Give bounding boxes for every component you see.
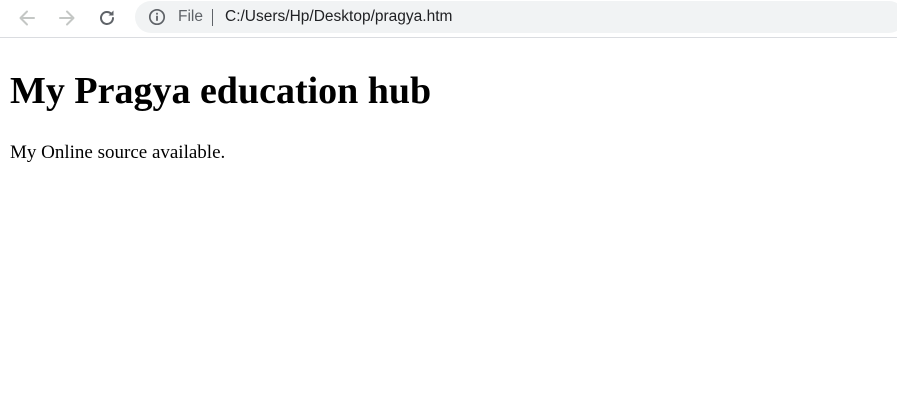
arrow-left-icon <box>19 10 35 26</box>
info-circle-icon[interactable] <box>148 8 166 26</box>
address-bar[interactable]: File C:/Users/Hp/Desktop/pragya.htm <box>135 1 897 33</box>
back-button[interactable] <box>14 5 40 31</box>
omnibox-divider <box>212 9 213 26</box>
scheme-label: File <box>178 8 203 25</box>
reload-icon <box>100 10 114 25</box>
page-heading: My Pragya education hub <box>10 70 432 112</box>
browser-toolbar: File C:/Users/Hp/Desktop/pragya.htm <box>0 0 897 38</box>
page-content: My Pragya education hub My Online source… <box>0 39 897 414</box>
url-text[interactable]: C:/Users/Hp/Desktop/pragya.htm <box>225 7 452 27</box>
arrow-right-icon <box>59 10 75 26</box>
reload-button[interactable] <box>94 5 120 31</box>
forward-button[interactable] <box>54 5 80 31</box>
page-paragraph: My Online source available. <box>10 142 226 163</box>
